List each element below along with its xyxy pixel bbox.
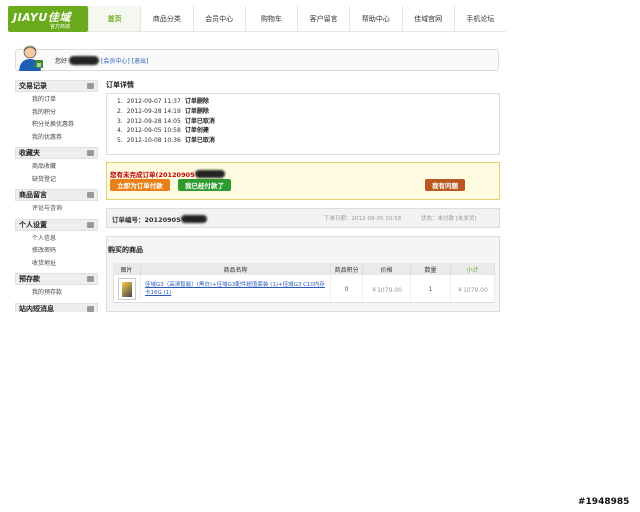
list-item: 2. 2012-09-28 14:19 订单删除 xyxy=(117,107,499,117)
cell-image xyxy=(113,275,141,303)
sidebar-item-change-password[interactable]: 修改密码 xyxy=(32,245,98,258)
column-header: 数量 xyxy=(411,263,451,275)
section-title: 收藏夹 xyxy=(19,149,40,157)
redacted-order-number xyxy=(194,170,225,178)
nav-forum[interactable]: 手机论坛 xyxy=(453,6,506,31)
redacted-username xyxy=(69,56,100,65)
shield-icon xyxy=(87,276,94,282)
section-title: 个人设置 xyxy=(19,220,47,229)
already-paid-button[interactable]: 我已经付款了 xyxy=(178,179,231,191)
nav-member-center[interactable]: 会员中心 xyxy=(192,6,245,31)
order-number-text: 订单编号：20120905 xyxy=(112,216,181,224)
product-name-link[interactable]: 佳域G3（高清智能）(黑白)+佳域G3配件超值套装 (1)+佳域G3 C10内存… xyxy=(141,281,330,297)
sidebar-section-site-messages: 站内短消息 xyxy=(15,302,98,313)
row-time: 2012-09-28 14:05 xyxy=(126,117,181,125)
table-header: 图片 商品名称 商品积分 价格 数量 小计 xyxy=(113,263,495,275)
folder-icon xyxy=(87,150,94,156)
row-number: 3. xyxy=(117,117,123,125)
sidebar-section-settings: 个人设置 xyxy=(15,218,98,231)
row-number: 1. xyxy=(117,98,123,105)
sidebar-section-favorites: 收藏夹 xyxy=(15,147,98,159)
sidebar-item-product-favorites[interactable]: 商品收藏 xyxy=(32,161,98,174)
section-title: 预存款 xyxy=(19,275,40,283)
sidebar-section-transactions: 交易记录 xyxy=(15,80,98,92)
row-status: 订单已取消 xyxy=(184,137,215,145)
sidebar-item-my-coupons[interactable]: 我的优惠券 xyxy=(32,132,98,145)
mail-icon xyxy=(87,305,94,312)
nav-official-site[interactable]: 佳域官网 xyxy=(401,6,454,31)
sidebar-item-my-points[interactable]: 我的积分 xyxy=(32,107,98,120)
list-item: 4. 2012-09-05 10:58 订单创建 xyxy=(117,126,499,136)
order-number: 订单编号：20120905 xyxy=(112,214,207,224)
column-header: 图片 xyxy=(113,263,141,275)
column-header: 小计 xyxy=(451,263,495,275)
redacted-order-number xyxy=(180,215,207,223)
sidebar-item-my-orders[interactable]: 我的订单 xyxy=(32,94,98,107)
row-status: 订单删除 xyxy=(184,107,209,115)
nav-categories[interactable]: 商品分类 xyxy=(140,6,192,31)
cell-name: 佳域G3（高清智能）(黑白)+佳域G3配件超值套装 (1)+佳域G3 C10内存… xyxy=(141,275,331,303)
logo-subtext: 官方商城 xyxy=(50,24,71,30)
cell-quantity: 1 xyxy=(411,275,451,303)
nav-cart[interactable]: 购物车 xyxy=(244,6,297,31)
sidebar-item-reviews[interactable]: 评论与咨询 xyxy=(32,203,98,216)
nav-help[interactable]: 帮助中心 xyxy=(349,6,401,31)
list-icon xyxy=(87,83,94,89)
settings-icon xyxy=(87,221,94,228)
row-number: 5. xyxy=(117,137,123,145)
sidebar-item-addresses[interactable]: 收货地址 xyxy=(32,258,98,271)
cell-price: ￥1079.00 xyxy=(363,275,411,303)
order-history-list: 1. 2012-09-07 11:37 订单删除 2. 2012-09-28 14:1… xyxy=(106,93,500,155)
row-time: 2012-10-08 10:36 xyxy=(126,137,181,145)
column-header: 价格 xyxy=(363,263,411,275)
sidebar-item-profile[interactable]: 个人信息 xyxy=(32,233,98,246)
sidebar-item-redeem-coupons[interactable]: 积分兑换优惠券 xyxy=(32,119,98,132)
pay-now-button[interactable]: 立即为订单付款 xyxy=(110,179,170,191)
list-item: 1. 2012-09-07 11:37 订单删除 xyxy=(117,97,499,107)
sidebar-section-product-messages: 商品留言 xyxy=(15,189,98,201)
image-id-watermark: #1948985 xyxy=(578,497,630,507)
sidebar-item-stock-alerts[interactable]: 缺货登记 xyxy=(32,174,98,187)
order-date: 下单日期：2012-09-05 10:58 xyxy=(324,216,402,222)
row-time: 2012-09-28 14:19 xyxy=(126,107,181,115)
order-status: 状态：未付款 [未发货] xyxy=(421,216,477,222)
cell-points: 0 xyxy=(331,275,363,303)
section-title: 商品留言 xyxy=(19,191,47,199)
unfinished-order-text: 您有未完成订单(20120905 xyxy=(110,169,225,179)
warning-text: 您有未完成订单(20120905 xyxy=(110,171,195,179)
main-nav: 首页 商品分类 会员中心 购物车 客户留言 帮助中心 佳域官网 手机论坛 xyxy=(88,6,506,32)
row-time: 2012-09-07 11:37 xyxy=(126,98,181,105)
table-row: 佳域G3（高清智能）(黑白)+佳域G3配件超值套装 (1)+佳域G3 C10内存… xyxy=(113,275,495,303)
row-status: 订单创建 xyxy=(184,127,209,135)
row-status: 订单已取消 xyxy=(184,117,215,125)
section-title: 交易记录 xyxy=(19,82,47,90)
row-number: 4. xyxy=(117,127,123,135)
member-center-link[interactable]: [会员中心] xyxy=(101,56,130,65)
nav-messages[interactable]: 客户留言 xyxy=(297,6,349,31)
sidebar-section-deposit: 预存款 xyxy=(15,273,98,285)
row-number: 2. xyxy=(117,107,123,115)
have-question-button[interactable]: 我有问题 xyxy=(425,179,465,191)
product-thumbnail[interactable] xyxy=(117,278,136,300)
column-header: 商品积分 xyxy=(331,263,363,275)
sidebar: 交易记录 我的订单 我的积分 积分兑换优惠券 我的优惠券 收藏夹 商品收藏 缺货… xyxy=(15,80,98,312)
section-title: 站内短消息 xyxy=(19,304,54,313)
sidebar-item-my-deposit[interactable]: 我的预存款 xyxy=(32,287,98,300)
user-greeting: 您好 [会员中心] [退出] xyxy=(55,56,148,65)
message-icon xyxy=(87,192,94,198)
row-status: 订单删除 xyxy=(184,98,209,105)
list-item: 3. 2012-09-28 14:05 订单已取消 xyxy=(117,117,499,127)
site-logo[interactable]: JIAYU佳域 官方商城 xyxy=(8,6,88,32)
purchased-products-title: 购买的商品 xyxy=(108,246,143,254)
avatar xyxy=(17,44,45,72)
cell-subtotal: ￥1079.00 xyxy=(451,275,495,303)
user-icon xyxy=(19,45,43,71)
column-header: 商品名称 xyxy=(141,263,331,275)
order-detail-title: 订单详情 xyxy=(106,81,134,89)
row-time: 2012-09-05 10:58 xyxy=(126,127,181,135)
greeting-text: 您好 xyxy=(55,58,68,65)
logout-link[interactable]: [退出] xyxy=(132,56,149,65)
list-item: 5. 2012-10-08 10:36 订单已取消 xyxy=(117,136,499,146)
nav-home[interactable]: 首页 xyxy=(88,6,141,31)
